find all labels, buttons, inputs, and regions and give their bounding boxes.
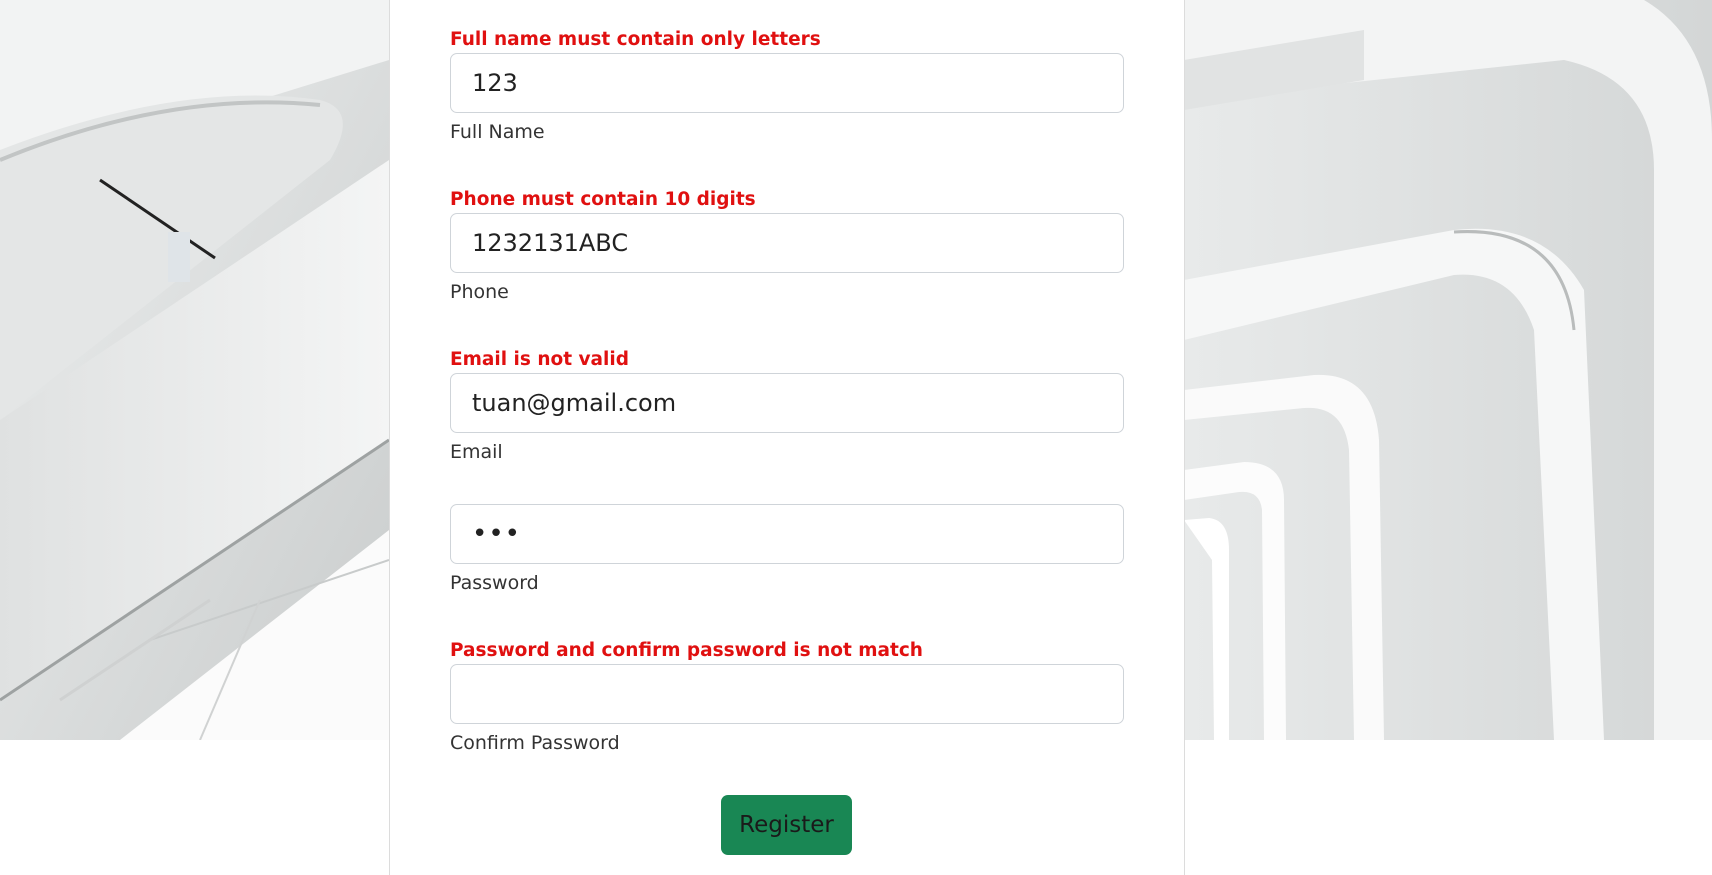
confirm-password-label: Confirm Password [450, 732, 620, 754]
background-image-right [1184, 0, 1712, 740]
phone-error: Phone must contain 10 digits [450, 189, 756, 210]
password-input[interactable] [450, 504, 1124, 564]
register-page: Full name must contain only letters Full… [0, 0, 1712, 875]
phone-label: Phone [450, 281, 509, 303]
email-group: Email is not valid Email [450, 347, 1124, 465]
confirm-password-input[interactable] [450, 664, 1124, 724]
full-name-input[interactable] [450, 53, 1124, 113]
background-image-left [0, 0, 389, 740]
password-group: Password [450, 504, 1124, 596]
email-error: Email is not valid [450, 349, 629, 370]
full-name-label: Full Name [450, 121, 545, 143]
full-name-error: Full name must contain only letters [450, 29, 821, 50]
phone-group: Phone must contain 10 digits Phone [450, 187, 1124, 305]
email-label: Email [450, 441, 503, 463]
full-name-group: Full name must contain only letters Full… [450, 27, 1124, 145]
confirm-password-group: Password and confirm password is not mat… [450, 638, 1124, 756]
password-label: Password [450, 572, 539, 594]
register-form-panel: Full name must contain only letters Full… [389, 0, 1185, 875]
email-input[interactable] [450, 373, 1124, 433]
confirm-password-error: Password and confirm password is not mat… [450, 640, 923, 661]
phone-input[interactable] [450, 213, 1124, 273]
register-button[interactable]: Register [721, 795, 852, 855]
